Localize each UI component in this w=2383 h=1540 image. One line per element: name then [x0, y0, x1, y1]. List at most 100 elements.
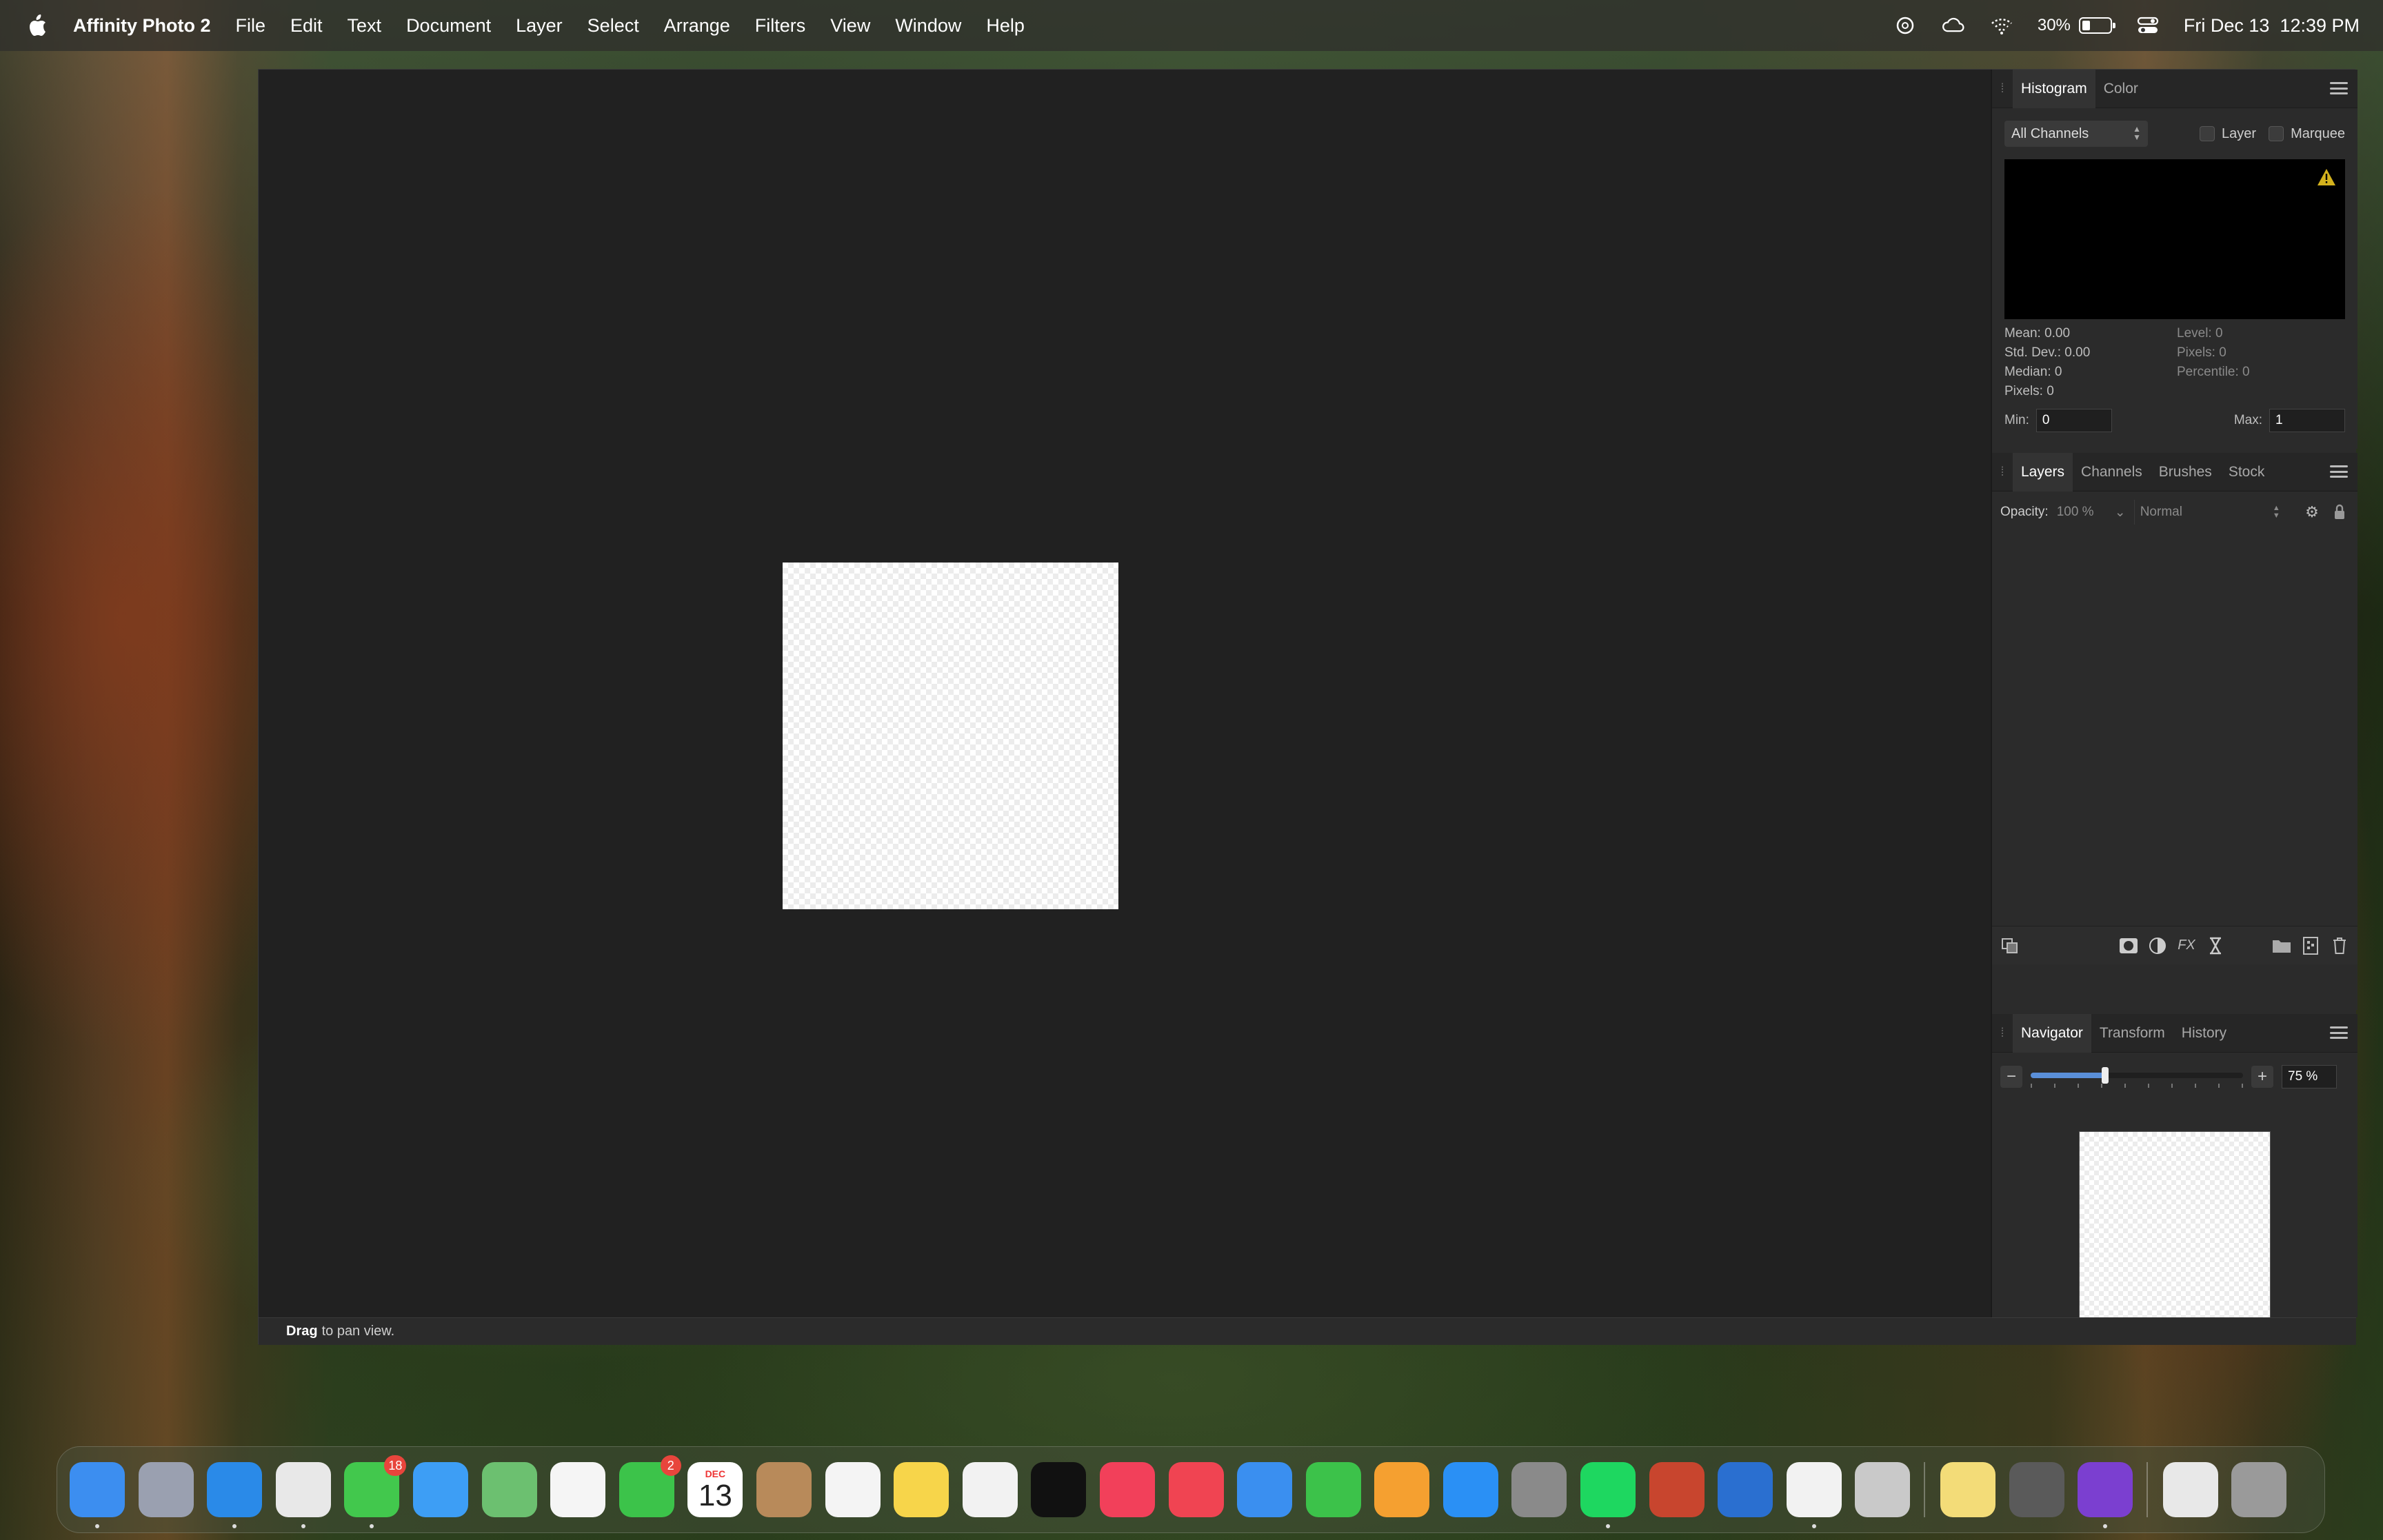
running-indicator [2103, 1524, 2108, 1528]
panel-grip-icon[interactable]: ⁞ [1992, 1014, 2013, 1053]
photos-icon[interactable] [550, 1462, 606, 1517]
layer-options-icon[interactable] [2000, 936, 2020, 955]
facetime-icon[interactable]: 2 [619, 1455, 681, 1517]
calendar-day: 13 [698, 1479, 732, 1512]
menu-app-name[interactable]: Affinity Photo 2 [73, 15, 210, 37]
menu-edit[interactable]: Edit [290, 15, 323, 37]
layer-checkbox-box[interactable] [2200, 126, 2215, 141]
opacity-field[interactable]: 100 % ⌄ [2057, 505, 2126, 520]
wifi-icon[interactable] [1989, 13, 2014, 38]
tab-history[interactable]: History [2173, 1014, 2235, 1053]
marquee-checkbox[interactable]: Marquee [2269, 126, 2345, 142]
apple-tv-icon[interactable] [1031, 1462, 1087, 1517]
chatgpt-icon[interactable] [1786, 1462, 1842, 1528]
notes-icon[interactable] [894, 1462, 949, 1517]
panel-menu-icon[interactable] [2330, 1024, 2348, 1042]
calculator-icon[interactable] [2009, 1462, 2064, 1517]
menu-view[interactable]: View [830, 15, 870, 37]
live-filter-icon[interactable] [2206, 936, 2225, 955]
tab-stock[interactable]: Stock [2220, 453, 2273, 492]
navigator-preview[interactable] [2079, 1131, 2271, 1328]
channel-select-value: All Channels [2011, 125, 2089, 141]
chatgpt-icon[interactable] [1893, 13, 1918, 38]
affinity-photo-icon[interactable] [2078, 1462, 2133, 1528]
warning-icon[interactable] [2316, 168, 2337, 190]
menu-arrange[interactable]: Arrange [664, 15, 730, 37]
maps-icon[interactable] [481, 1462, 537, 1517]
menu-layer[interactable]: Layer [516, 15, 563, 37]
affinity-publisher-icon[interactable] [1649, 1462, 1705, 1517]
status-hint-bold: Drag [286, 1324, 318, 1339]
folder-icon[interactable] [2272, 936, 2291, 955]
calendar-icon[interactable]: DEC 13 [687, 1462, 743, 1517]
control-center-icon[interactable] [2135, 13, 2160, 38]
layers-list[interactable] [1992, 533, 2357, 926]
channel-select[interactable]: All Channels ▲ ▼ [2004, 121, 2148, 147]
music-icon[interactable] [1099, 1462, 1155, 1517]
tab-histogram[interactable]: Histogram [2013, 69, 2095, 108]
affinity-designer-icon[interactable] [1718, 1462, 1773, 1517]
spotify-icon[interactable] [1580, 1462, 1636, 1528]
fx-icon[interactable]: FX [2177, 936, 2196, 955]
tab-transform[interactable]: Transform [2091, 1014, 2173, 1053]
trash-icon[interactable] [2231, 1462, 2287, 1517]
zoom-input[interactable]: 75 % [2282, 1065, 2337, 1088]
system-settings-icon[interactable] [1511, 1462, 1567, 1517]
menu-window[interactable]: Window [895, 15, 961, 37]
finder-icon[interactable] [70, 1462, 125, 1528]
iphone-mirroring-icon[interactable] [1855, 1462, 1911, 1517]
document-canvas[interactable] [783, 563, 1118, 909]
pages-icon[interactable] [1374, 1462, 1430, 1517]
keynote-icon[interactable] [1237, 1462, 1293, 1517]
mask-layer-icon[interactable] [2119, 936, 2138, 955]
tab-navigator[interactable]: Navigator [2013, 1013, 2091, 1053]
trash-icon[interactable] [2330, 936, 2349, 955]
menu-filters[interactable]: Filters [755, 15, 806, 37]
add-pixel-layer-icon[interactable] [2301, 936, 2320, 955]
dock-separator [1924, 1462, 1926, 1517]
tab-color[interactable]: Color [2095, 70, 2146, 108]
tab-layers[interactable]: Layers [2013, 452, 2073, 492]
gear-icon[interactable]: ⚙ [2302, 503, 2322, 522]
menu-select[interactable]: Select [587, 15, 639, 37]
adjustment-layer-icon[interactable] [2148, 936, 2167, 955]
news-icon[interactable] [1168, 1462, 1224, 1517]
app-store-icon[interactable] [1442, 1462, 1498, 1517]
zoom-out-button[interactable]: − [2000, 1066, 2022, 1088]
menu-text[interactable]: Text [348, 15, 382, 37]
messages-icon[interactable]: 18 [344, 1455, 407, 1528]
launchpad-icon[interactable] [138, 1462, 194, 1517]
max-input[interactable]: 1 [2269, 409, 2345, 432]
menu-file[interactable]: File [235, 15, 265, 37]
layer-checkbox[interactable]: Layer [2200, 126, 2256, 142]
canvas-area[interactable] [259, 70, 1991, 1317]
numbers-icon[interactable] [1305, 1462, 1361, 1517]
mail-icon[interactable] [412, 1462, 468, 1517]
panel-grip-icon[interactable]: ⁞ [1992, 453, 2013, 492]
min-input[interactable]: 0 [2035, 409, 2112, 432]
safari-icon[interactable] [207, 1462, 263, 1528]
lock-icon[interactable] [2330, 503, 2349, 522]
zoom-in-button[interactable]: + [2251, 1066, 2273, 1088]
zoom-slider-handle[interactable] [2101, 1067, 2109, 1084]
contacts-icon[interactable] [756, 1462, 812, 1517]
apple-logo-icon[interactable] [23, 12, 51, 39]
reminders-icon[interactable] [825, 1462, 881, 1517]
menu-document[interactable]: Document [406, 15, 491, 37]
panel-grip-icon[interactable]: ⁞ [1992, 70, 2013, 108]
downloads-stack-icon[interactable] [2162, 1462, 2218, 1517]
blend-mode-select[interactable]: Normal ▲ ▼ [2133, 500, 2286, 525]
stickies-icon[interactable] [1940, 1462, 1996, 1517]
creative-cloud-icon[interactable] [1941, 13, 1966, 38]
tab-channels[interactable]: Channels [2073, 453, 2151, 492]
battery-indicator[interactable]: 30% [2038, 16, 2115, 35]
marquee-checkbox-box[interactable] [2269, 126, 2284, 141]
freeform-icon[interactable] [962, 1462, 1018, 1517]
zoom-slider[interactable] [2031, 1063, 2243, 1091]
tab-brushes[interactable]: Brushes [2151, 453, 2220, 492]
panel-menu-icon[interactable] [2330, 463, 2348, 480]
menubar-clock[interactable]: Fri Dec 13 12:39 PM [2184, 15, 2360, 37]
menu-help[interactable]: Help [986, 15, 1025, 37]
panel-menu-icon[interactable] [2330, 79, 2348, 97]
chrome-icon[interactable] [275, 1462, 331, 1528]
